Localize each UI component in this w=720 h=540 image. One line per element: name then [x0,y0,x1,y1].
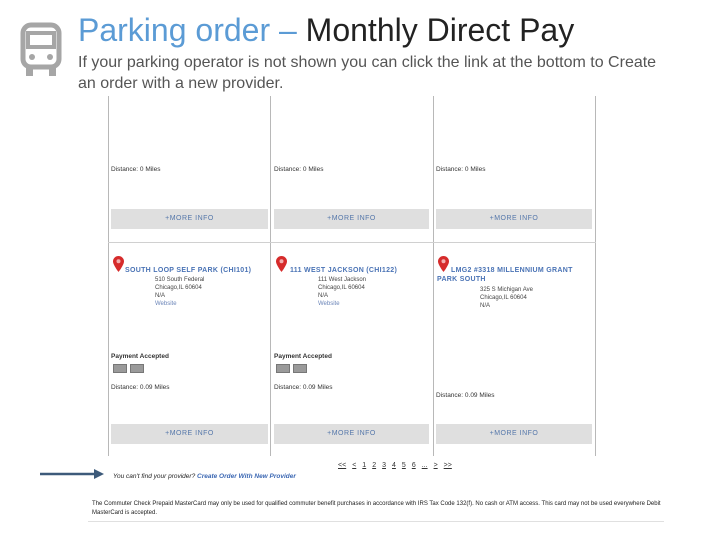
website-link[interactable]: Website [155,300,265,308]
provider-name[interactable]: LMG2 #3318 MILLENNIUM GRANT PARK SOUTH [437,266,592,284]
credit-card-icon [276,364,290,373]
provider-address: 111 West Jackson Chicago,IL 60604 N/A We… [318,276,428,308]
no-provider-text: You can't find your provider? Create Ord… [113,473,296,480]
payment-cards [113,364,144,373]
address-line: N/A [480,303,491,309]
divider [88,521,664,522]
payment-cards [276,364,307,373]
provider-card: Distance: 0 Miles +MORE INFO [274,96,431,242]
distance-text: Distance: 0.09 Miles [274,384,333,391]
grid-divider [433,96,434,456]
more-info-button[interactable]: +MORE INFO [274,424,429,444]
arrow-right-icon [40,469,104,479]
pagination: << < 1 2 3 4 5 6 ... > >> [338,462,452,469]
address-line: 111 West Jackson [318,277,367,283]
provider-card: Distance: 0 Miles +MORE INFO [436,96,593,242]
provider-card: 111 WEST JACKSON (CHI122) 111 West Jacks… [274,244,431,456]
page-subtitle: If your parking operator is not shown yo… [78,54,657,92]
page-title: Parking order – Monthly Direct Pay [78,10,574,50]
address-line: 510 South Federal [155,277,205,283]
row-divider [108,242,596,243]
more-info-button[interactable]: +MORE INFO [111,424,268,444]
more-info-button[interactable]: +MORE INFO [436,424,592,444]
page-prev[interactable]: < [352,462,356,469]
map-pin-icon [113,256,124,272]
credit-card-icon [113,364,127,373]
title-part-2: Monthly Direct Pay [305,12,575,48]
page-ellipsis: ... [421,462,428,469]
address-line: Chicago,IL 60604 [318,285,365,291]
page-2[interactable]: 2 [372,462,376,469]
grid-divider [108,96,109,456]
credit-card-icon [130,364,144,373]
distance-text: Distance: 0.09 Miles [436,392,495,399]
provider-grid: Distance: 0 Miles +MORE INFO Distance: 0… [108,96,596,456]
page-5[interactable]: 5 [402,462,406,469]
bus-icon [20,22,62,76]
address-line: N/A [318,293,329,299]
provider-card: Distance: 0 Miles +MORE INFO [111,96,268,242]
website-link[interactable]: Website [318,300,428,308]
address-line: 325 S Michigan Ave [480,287,533,293]
more-info-button[interactable]: +MORE INFO [111,209,268,229]
title-part-1: Parking order – [78,12,306,48]
distance-text: Distance: 0 Miles [274,166,324,173]
address-line: Chicago,IL 60604 [155,285,202,291]
more-info-button[interactable]: +MORE INFO [274,209,429,229]
address-line: Chicago,IL 60604 [480,295,527,301]
provider-card: LMG2 #3318 MILLENNIUM GRANT PARK SOUTH 3… [436,244,593,456]
address-line: N/A [155,293,166,299]
distance-text: Distance: 0 Miles [436,166,486,173]
page-3[interactable]: 3 [382,462,386,469]
more-info-button[interactable]: +MORE INFO [436,209,592,229]
distance-text: Distance: 0 Miles [111,166,161,173]
page-first[interactable]: << [338,462,346,469]
disclaimer-text: The Commuter Check Prepaid MasterCard ma… [92,501,661,516]
provider-address: 325 S Michigan Ave Chicago,IL 60604 N/A [480,286,590,310]
create-order-link[interactable]: Create Order With New Provider [197,473,296,480]
provider-name[interactable]: 111 WEST JACKSON (CHI122) [290,266,429,275]
distance-text: Distance: 0.09 Miles [111,384,170,391]
payment-accepted-label: Payment Accepted [274,353,332,360]
map-pin-icon [276,256,287,272]
page-1[interactable]: 1 [362,462,366,469]
provider-card: SOUTH LOOP SELF PARK (CHI101) 510 South … [111,244,268,456]
grid-divider [595,96,596,456]
provider-name[interactable]: SOUTH LOOP SELF PARK (CHI101) [125,266,268,275]
provider-address: 510 South Federal Chicago,IL 60604 N/A W… [155,276,265,308]
no-provider-question: You can't find your provider? [113,473,197,480]
page-6[interactable]: 6 [412,462,416,469]
grid-divider [270,96,271,456]
credit-card-icon [293,364,307,373]
page-4[interactable]: 4 [392,462,396,469]
payment-accepted-label: Payment Accepted [111,353,169,360]
page-last[interactable]: >> [444,462,452,469]
page-next[interactable]: > [434,462,438,469]
